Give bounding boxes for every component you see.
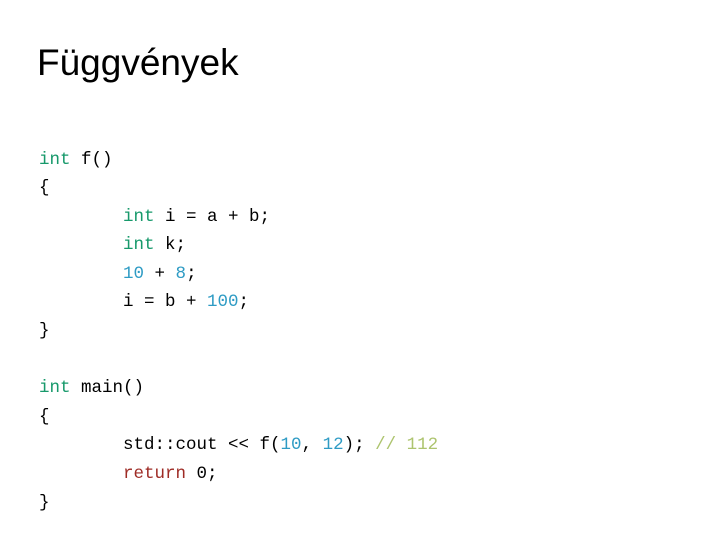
- code-token-number-literal: 100: [207, 292, 239, 313]
- code-line: }: [39, 317, 438, 346]
- code-token-plain: }: [39, 492, 50, 513]
- code-line: std::cout << f(10, 12); // 112: [39, 431, 438, 460]
- code-token-plain: }: [39, 321, 50, 342]
- code-token-plain: +: [144, 263, 176, 284]
- code-line: return 0;: [39, 460, 438, 489]
- code-token-plain: {: [39, 406, 50, 427]
- code-token-plain: k;: [154, 235, 187, 256]
- code-token-keyword-type: int: [123, 206, 155, 227]
- code-token-plain: std::cout << f(: [123, 435, 281, 456]
- code-token-plain: main(): [70, 378, 145, 399]
- code-line: {: [39, 174, 438, 203]
- code-token-keyword-type: int: [123, 235, 155, 256]
- code-token-keyword-control: return: [123, 464, 187, 485]
- code-token-keyword-type: int: [39, 378, 71, 399]
- slide-canvas: Függvények int f() { int i = a + b; int k…: [0, 0, 720, 540]
- code-token-plain: 0;: [186, 464, 218, 485]
- code-token-plain: ;: [238, 292, 250, 313]
- code-token-plain: ;: [186, 263, 197, 284]
- code-token-number-literal: 10: [123, 263, 145, 284]
- code-token-plain: );: [343, 435, 376, 456]
- code-token-number-literal: 10: [280, 435, 302, 456]
- code-token-plain: ,: [301, 435, 323, 456]
- code-line: }: [39, 489, 438, 518]
- code-token-number-literal: 8: [175, 263, 187, 284]
- code-line: int f(): [39, 146, 438, 175]
- code-line: i = b + 100;: [39, 288, 438, 317]
- code-line: 10 + 8;: [39, 260, 438, 289]
- code-token-plain: i = b +: [123, 292, 208, 313]
- code-block: int f() { int i = a + b; int k; 10 + 8; i…: [39, 146, 438, 518]
- code-line: int main(): [39, 374, 438, 403]
- code-token-plain: {: [39, 178, 50, 199]
- code-token-keyword-type: int: [39, 149, 71, 170]
- page-title: Függvények: [37, 42, 239, 83]
- code-line: {: [39, 403, 438, 432]
- code-token-number-literal: 12: [322, 435, 344, 456]
- code-token-plain: i = a + b;: [154, 206, 271, 227]
- code-line: int i = a + b;: [39, 203, 438, 232]
- code-token-plain: f(): [70, 149, 113, 170]
- code-line: int k;: [39, 231, 438, 260]
- code-token-comment: // 112: [375, 435, 439, 456]
